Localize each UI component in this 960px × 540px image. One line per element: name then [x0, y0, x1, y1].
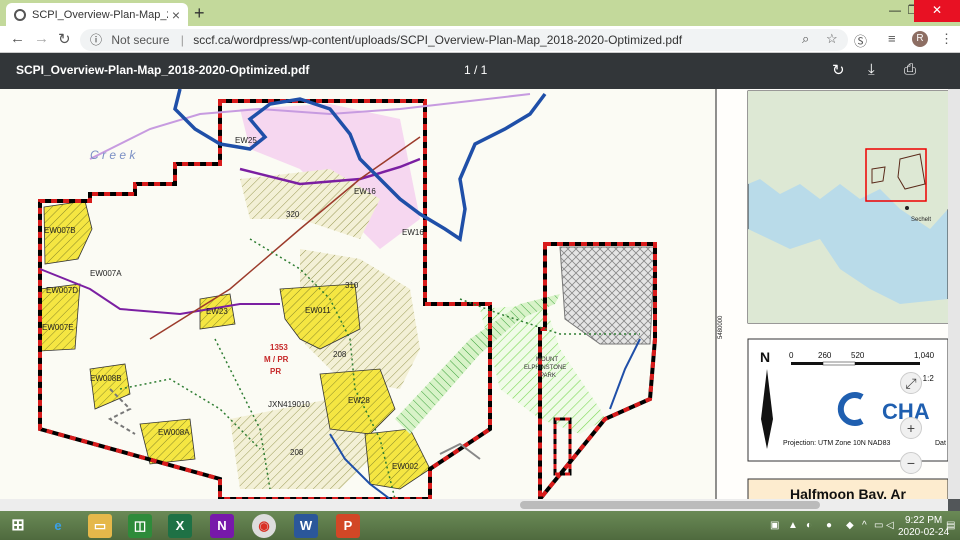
label-mpr: M / PR [264, 355, 289, 364]
label-park: MOUNT [536, 357, 558, 363]
rotate-icon[interactable]: ↻ [832, 61, 845, 79]
date-label: Dat [935, 440, 946, 447]
page-indicator: 1 / 1 [464, 63, 488, 77]
taskbar-clock[interactable]: 9:22 PM 2020-02-24 [898, 515, 949, 539]
scale-bar [791, 362, 823, 365]
label-320: 320 [286, 210, 300, 219]
zoom-out-button[interactable]: − [900, 452, 922, 474]
word-icon[interactable]: W [294, 514, 318, 538]
windows-start-icon[interactable]: ⊞ [6, 514, 30, 538]
pdf-viewport[interactable]: EW25 EW16 EW16 320 EW007B EW007A EW007D … [0, 89, 960, 499]
tray-chevron-icon[interactable]: ^ [862, 520, 867, 531]
label-park: PARK [540, 373, 556, 379]
tray-app-icon[interactable]: ◐ [806, 520, 812, 531]
fit-page-button[interactable]: ⤢ [900, 372, 922, 394]
clock-time: 9:22 PM [904, 515, 943, 526]
label-ew007e: EW007E [42, 323, 74, 332]
back-icon[interactable]: ← [10, 30, 25, 47]
print-icon[interactable]: ⎙ [904, 61, 916, 78]
pdf-title: SCPI_Overview-Plan-Map_2018-2020-Optimiz… [16, 63, 310, 77]
projection-text: Projection: UTM Zone 10N NAD83 [783, 440, 890, 447]
scale-260: 260 [818, 351, 832, 360]
label-ew007d: EW007D [46, 286, 78, 295]
label-310: 310 [345, 281, 359, 290]
close-tab-icon[interactable]: × [172, 7, 180, 23]
url-separator: | [180, 33, 184, 47]
tab-strip: SCPI_Overview-Plan-Map_2018-2 × + — ❐ ✕ [0, 0, 960, 26]
vertical-scrollbar[interactable] [948, 89, 960, 499]
label-coordinate: 5480000 [718, 315, 724, 339]
globe-icon [14, 8, 26, 21]
label-ew008b: EW008B [90, 374, 122, 383]
label-ew28: EW28 [348, 396, 370, 405]
powerpoint-icon[interactable]: P [336, 514, 360, 538]
tray-app-icon[interactable]: ▲ [788, 520, 798, 531]
scale-520: 520 [851, 351, 865, 360]
address-toolbar: ← → ↻ ⓘ Not secure | sccf.ca/wordpress/w… [0, 26, 960, 53]
label-ew16: EW16 [402, 228, 424, 237]
pdf-page: EW25 EW16 EW16 320 EW007B EW007A EW007D … [0, 89, 960, 499]
chrome-icon[interactable]: ◉ [252, 514, 276, 538]
tab-title: SCPI_Overview-Plan-Map_2018-2 [32, 8, 168, 21]
pdf-toolbar: SCPI_Overview-Plan-Map_2018-2020-Optimiz… [0, 53, 960, 89]
browser-tab[interactable]: SCPI_Overview-Plan-Map_2018-2 × [6, 3, 188, 26]
north-label: N [760, 349, 770, 365]
label-park: ELPHINSTONE [524, 365, 566, 371]
scroll-thumb[interactable] [520, 501, 820, 509]
label-ew007b: EW007B [44, 226, 76, 235]
file-explorer-icon[interactable]: ▭ [88, 514, 112, 538]
media-queue-icon[interactable]: ≡ [888, 31, 896, 46]
clock-date: 2020-02-24 [898, 527, 950, 538]
tray-app-icon[interactable]: ◆ [846, 520, 854, 531]
reload-icon[interactable]: ↻ [58, 30, 71, 48]
network-icon[interactable]: ▭ [874, 520, 883, 531]
forward-icon[interactable]: → [34, 30, 49, 47]
label-creek: C r e e k [90, 148, 136, 162]
download-icon[interactable]: ⤓ [868, 61, 875, 78]
scale-bar [855, 362, 920, 365]
label-ew25: EW25 [235, 136, 257, 145]
scale-1040: 1,040 [914, 351, 935, 360]
label-ew23: EW23 [206, 307, 228, 316]
label-208: 208 [333, 350, 347, 359]
label-ew002: EW002 [392, 462, 419, 471]
notifications-icon[interactable]: ▤ [946, 520, 955, 531]
taskbar: ⊞ e ▭ ◫ X N ◉ W P ▣ ▲ ◐ ● ◆ ^ ▭ ◁ 9:22 P… [0, 511, 960, 540]
menu-kebab-icon[interactable]: ⋮ [940, 31, 953, 47]
address-bar[interactable]: ⓘ Not secure | sccf.ca/wordpress/wp-cont… [80, 29, 848, 51]
label-sechelt: Sechelt [911, 217, 931, 223]
new-tab-button[interactable]: + [194, 3, 205, 24]
label-1353: 1353 [270, 343, 288, 352]
skype-extension-icon[interactable]: Ⓢ [854, 31, 867, 50]
label-jxn: JXN419010 [268, 400, 310, 409]
security-label: Not secure [111, 33, 170, 47]
volume-icon[interactable]: ◁ [886, 520, 894, 531]
info-icon[interactable]: ⓘ [90, 33, 102, 47]
map-canvas: EW25 EW16 EW16 320 EW007B EW007A EW007D … [0, 89, 949, 499]
excel-icon[interactable]: X [168, 514, 192, 538]
inset-town-marker [905, 206, 909, 210]
label-208: 208 [290, 448, 304, 457]
close-window-button[interactable]: ✕ [914, 0, 960, 22]
horizontal-scrollbar[interactable] [0, 499, 948, 511]
label-ew16: EW16 [354, 187, 376, 196]
onenote-icon[interactable]: N [210, 514, 234, 538]
zoom-in-button[interactable]: + [900, 417, 922, 439]
zoom-search-icon[interactable]: ⌕ [802, 31, 809, 47]
internet-explorer-icon[interactable]: e [46, 514, 70, 538]
label-pr: PR [270, 367, 281, 376]
bookmark-star-icon[interactable]: ☆ [826, 31, 838, 47]
scale-0: 0 [789, 351, 794, 360]
store-icon[interactable]: ◫ [128, 514, 152, 538]
avatar[interactable]: R [912, 31, 928, 47]
label-ew008a: EW008A [158, 428, 190, 437]
label-ew011: EW011 [305, 306, 331, 315]
url-text: sccf.ca/wordpress/wp-content/uploads/SCP… [193, 33, 683, 47]
tray-app-icon[interactable]: ▣ [770, 520, 779, 531]
tray-app-icon[interactable]: ● [826, 520, 832, 531]
map-footer-title: Halfmoon Bay, Ar [790, 486, 906, 499]
scale-bar [822, 361, 856, 366]
label-ew007a: EW007A [90, 269, 122, 278]
